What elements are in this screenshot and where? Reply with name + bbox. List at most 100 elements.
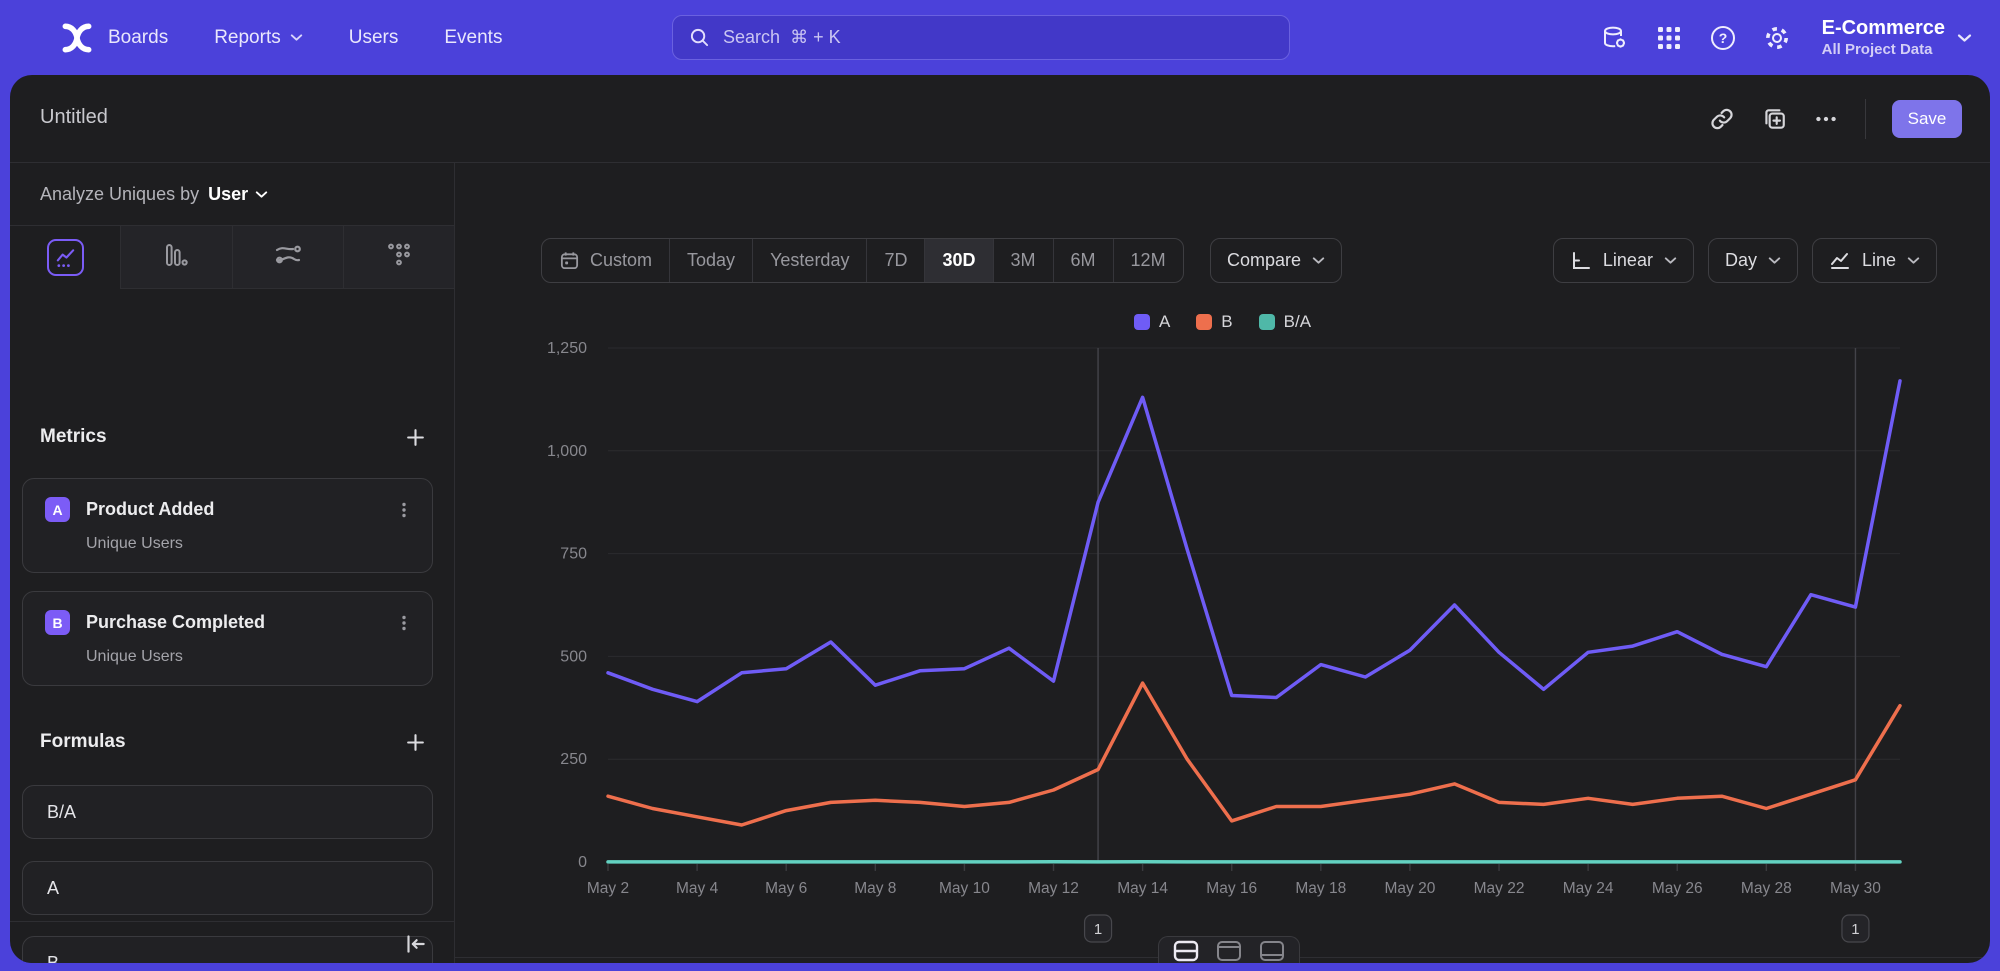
formulas-title: Formulas (40, 731, 126, 753)
layout-chart-icon[interactable] (1212, 938, 1246, 963)
nav-item-reports[interactable]: Reports (214, 27, 303, 49)
report-actions: Save (1709, 75, 1962, 163)
add-metric-button[interactable] (404, 426, 426, 448)
date-range-group: CustomTodayYesterday7D30D3M6M12M (541, 238, 1184, 283)
report-title[interactable]: Untitled (40, 106, 108, 129)
search-input[interactable]: Search ⌘ + K (672, 15, 1290, 60)
metric-card-b[interactable]: B Purchase Completed Unique Users (22, 591, 433, 686)
metric-options-icon[interactable] (394, 613, 414, 633)
date-range-6m[interactable]: 6M (1053, 239, 1113, 282)
chevron-down-icon (1768, 256, 1781, 265)
collapse-sidebar-icon[interactable] (402, 931, 428, 957)
chart-region: CustomTodayYesterday7D30D3M6M12M Compare… (455, 163, 1990, 963)
more-options-icon[interactable] (1813, 106, 1839, 132)
top-nav: Boards Reports Users Events Search ⌘ + K (0, 0, 2000, 75)
x-axis-label: May 18 (1295, 880, 1346, 897)
interval-dropdown[interactable]: Day (1708, 238, 1798, 283)
nav-item-users[interactable]: Users (349, 27, 399, 49)
layout-table-icon[interactable] (1255, 938, 1289, 963)
legend-swatch (1196, 314, 1212, 330)
compare-dropdown[interactable]: Compare (1210, 238, 1342, 283)
svg-text:?: ? (1718, 30, 1727, 46)
x-axis-label: May 26 (1652, 880, 1703, 897)
settings-gear-icon[interactable] (1762, 23, 1792, 53)
analyze-row: Analyze Uniques by User (10, 163, 454, 226)
date-range-3m[interactable]: 3M (993, 239, 1053, 282)
legend-item-a[interactable]: A (1134, 312, 1170, 332)
project-scope: All Project Data (1822, 41, 1933, 60)
legend-label: B (1221, 312, 1232, 332)
nav-menu: Boards Reports Users Events (108, 0, 502, 75)
chevron-down-icon (290, 33, 303, 42)
layout-split-icon[interactable] (1169, 938, 1203, 963)
formula-card[interactable]: A (22, 861, 433, 915)
metric-badge-b: B (45, 610, 70, 635)
duplicate-icon[interactable] (1761, 106, 1787, 132)
analyze-label: Analyze Uniques by (40, 184, 199, 205)
date-range-today[interactable]: Today (669, 239, 752, 282)
formulas-header: Formulas (40, 725, 426, 759)
y-axis-label: 0 (578, 854, 587, 871)
help-icon[interactable]: ? (1708, 23, 1738, 53)
x-axis-label: May 24 (1563, 880, 1614, 897)
series-line-b (608, 683, 1900, 825)
nav-item-boards[interactable]: Boards (108, 27, 168, 49)
scale-dropdown[interactable]: Linear (1553, 238, 1694, 283)
legend-item-b-a[interactable]: B/A (1259, 312, 1311, 332)
x-axis-label: May 2 (587, 880, 629, 897)
add-formula-button[interactable] (404, 731, 426, 753)
x-axis-label: May 12 (1028, 880, 1079, 897)
tab-flows[interactable] (232, 226, 343, 289)
metrics-title: Metrics (40, 426, 107, 448)
metric-badge-a: A (45, 497, 70, 522)
legend-item-b[interactable]: B (1196, 312, 1232, 332)
flows-tab-icon (274, 242, 302, 273)
tab-insights[interactable] (10, 226, 120, 289)
legend-label: B/A (1284, 312, 1311, 332)
bar-chart-tab-icon (163, 242, 189, 273)
date-range-12m[interactable]: 12M (1113, 239, 1183, 282)
metric-name: Product Added (86, 499, 378, 520)
retention-tab-icon (386, 242, 412, 273)
mixpanel-logo-icon[interactable] (55, 16, 99, 60)
report-header: Untitled Save (10, 75, 1990, 163)
metric-measurement[interactable]: Unique Users (86, 535, 432, 553)
search-icon (689, 27, 710, 48)
project-name: E-Commerce (1822, 16, 1945, 41)
date-range-custom[interactable]: Custom (542, 239, 669, 282)
y-axis-label: 250 (560, 751, 587, 768)
save-button[interactable]: Save (1892, 100, 1962, 138)
x-axis-label: May 14 (1117, 880, 1168, 897)
project-switcher[interactable]: E-Commerce All Project Data (1822, 16, 1972, 60)
annotation-badge-label: 1 (1094, 921, 1102, 938)
metric-measurement[interactable]: Unique Users (86, 648, 432, 666)
data-management-icon[interactable] (1600, 23, 1630, 53)
query-sidebar: Analyze Uniques by User (10, 163, 455, 963)
metric-card-a[interactable]: A Product Added Unique Users (22, 478, 433, 573)
legend-label: A (1159, 312, 1170, 332)
header-divider (1865, 99, 1866, 139)
x-axis-label: May 4 (676, 880, 719, 897)
y-axis-label: 1,000 (547, 443, 587, 460)
apps-grid-icon[interactable] (1654, 23, 1684, 53)
chart-type-dropdown[interactable]: Line (1812, 238, 1937, 283)
nav-item-events[interactable]: Events (444, 27, 502, 49)
search-placeholder: Search ⌘ + K (723, 27, 841, 48)
tab-funnels[interactable] (120, 226, 231, 289)
series-line-a (608, 381, 1900, 702)
metric-options-icon[interactable] (394, 500, 414, 520)
view-layout-toggle (1158, 936, 1300, 963)
chart-options-group: Linear Day Line (1553, 238, 1937, 283)
chart-svg: 02505007501,0001,250May 2May 4May 6May 8… (455, 330, 1990, 955)
date-range-yesterday[interactable]: Yesterday (752, 239, 866, 282)
copy-link-icon[interactable] (1709, 106, 1735, 132)
tab-retention[interactable] (343, 226, 454, 289)
chevron-down-icon (255, 190, 268, 199)
chevron-down-icon (1907, 256, 1920, 265)
date-range-7d[interactable]: 7D (866, 239, 924, 282)
chevron-down-icon (1664, 256, 1677, 265)
date-range-30d[interactable]: 30D (924, 239, 992, 282)
analyze-by-dropdown[interactable]: User (208, 184, 268, 205)
y-axis-label: 1,250 (547, 340, 587, 357)
formula-card[interactable]: B/A (22, 785, 433, 839)
